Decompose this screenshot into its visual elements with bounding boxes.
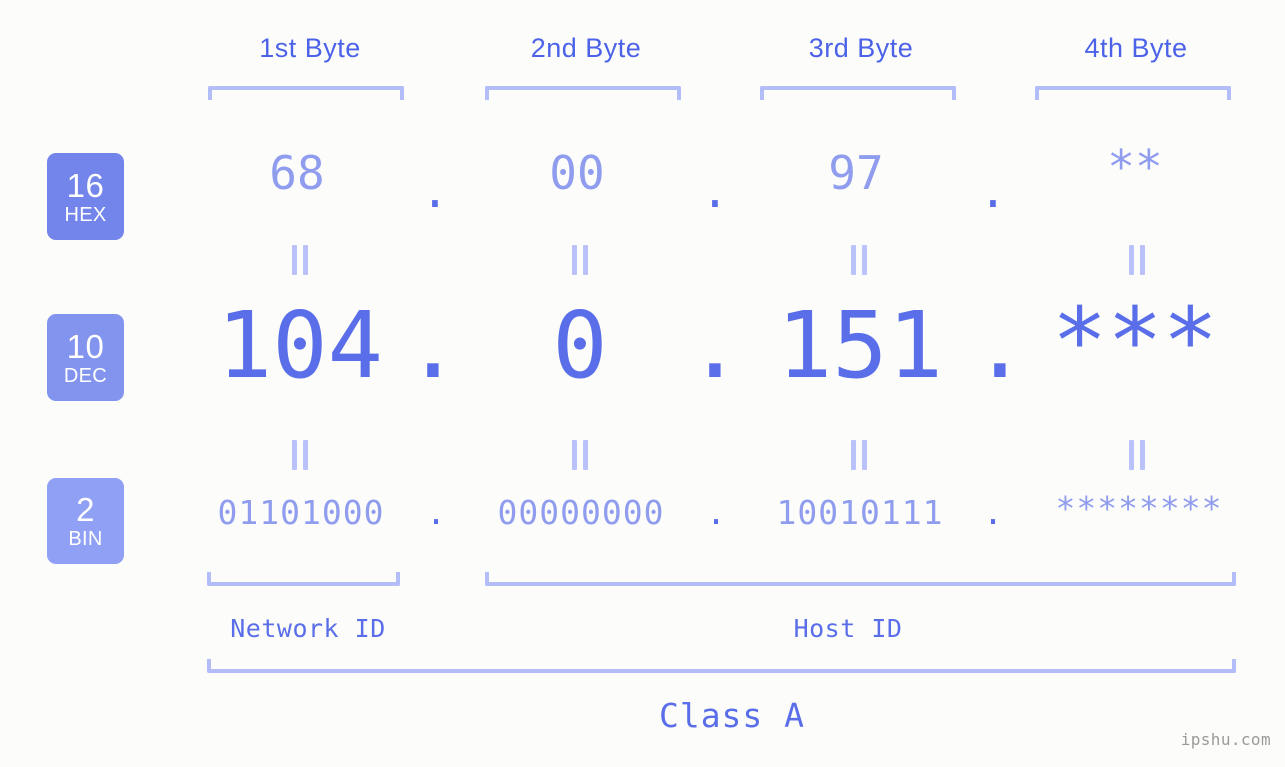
class-label: Class A	[658, 696, 806, 735]
equals-separator-dec-bin-4	[1126, 440, 1148, 470]
byte-header-3: 3rd Byte	[808, 33, 914, 63]
equals-separator-hex-dec-1	[289, 245, 311, 275]
hex-byte-2: 00	[549, 146, 605, 200]
equals-separator-hex-dec-4	[1126, 245, 1148, 275]
base-badge-hex-number: 16	[66, 166, 105, 204]
base-badge-dec-label: DEC	[63, 364, 108, 387]
bin-byte-2: 00000000	[497, 493, 665, 532]
base-badge-dec: 10 DEC	[47, 314, 124, 401]
base-badge-bin-label: BIN	[68, 528, 103, 550]
dec-byte-4: ***	[1051, 288, 1219, 395]
byte-bracket-top-1	[208, 86, 404, 100]
equals-separator-hex-dec-2	[569, 245, 591, 275]
byte-header-2: 2nd Byte	[530, 33, 642, 63]
network-id-label: Network ID	[230, 614, 386, 643]
base-badge-hex-label: HEX	[64, 203, 107, 226]
base-badge-bin: 2 BIN	[47, 478, 124, 564]
host-id-label: Host ID	[793, 614, 903, 643]
dec-byte-3: 151	[776, 292, 944, 399]
hex-separator-3: .	[979, 164, 1007, 218]
byte-bracket-top-4	[1035, 86, 1231, 100]
site-watermark: ipshu.com	[1180, 730, 1271, 749]
bin-separator-1: .	[426, 493, 446, 532]
host-id-bracket	[485, 572, 1236, 586]
equals-separator-dec-bin-1	[289, 440, 311, 470]
hex-separator-2: .	[701, 164, 729, 218]
base-badge-hex: 16 HEX	[47, 153, 124, 240]
dec-separator-2: .	[687, 292, 743, 399]
network-id-bracket	[207, 572, 400, 586]
equals-separator-dec-bin-2	[569, 440, 591, 470]
bin-byte-1: 01101000	[217, 493, 385, 532]
base-badge-bin-number: 2	[76, 491, 95, 528]
hex-separator-1: .	[421, 164, 449, 218]
byte-header-4: 4th Byte	[1084, 33, 1188, 63]
equals-separator-hex-dec-3	[848, 245, 870, 275]
hex-byte-3: 97	[828, 146, 884, 200]
ip-address-breakdown-diagram: 1st Byte 2nd Byte 3rd Byte 4th Byte 16 H…	[0, 0, 1285, 767]
hex-byte-4: **	[1107, 140, 1163, 194]
bin-byte-3: 10010111	[776, 493, 944, 532]
byte-bracket-top-3	[760, 86, 956, 100]
hex-byte-1: 68	[269, 146, 325, 200]
byte-bracket-top-2	[485, 86, 681, 100]
bin-separator-2: .	[706, 493, 726, 532]
equals-separator-dec-bin-3	[848, 440, 870, 470]
base-badge-dec-number: 10	[66, 327, 105, 365]
class-bracket	[207, 659, 1236, 673]
dec-byte-2: 0	[552, 292, 608, 399]
dec-byte-1: 104	[216, 292, 384, 399]
byte-header-1: 1st Byte	[259, 33, 361, 63]
bin-separator-3: .	[983, 493, 1003, 532]
bin-byte-4: ********	[1055, 489, 1223, 528]
dec-separator-1: .	[405, 292, 461, 399]
